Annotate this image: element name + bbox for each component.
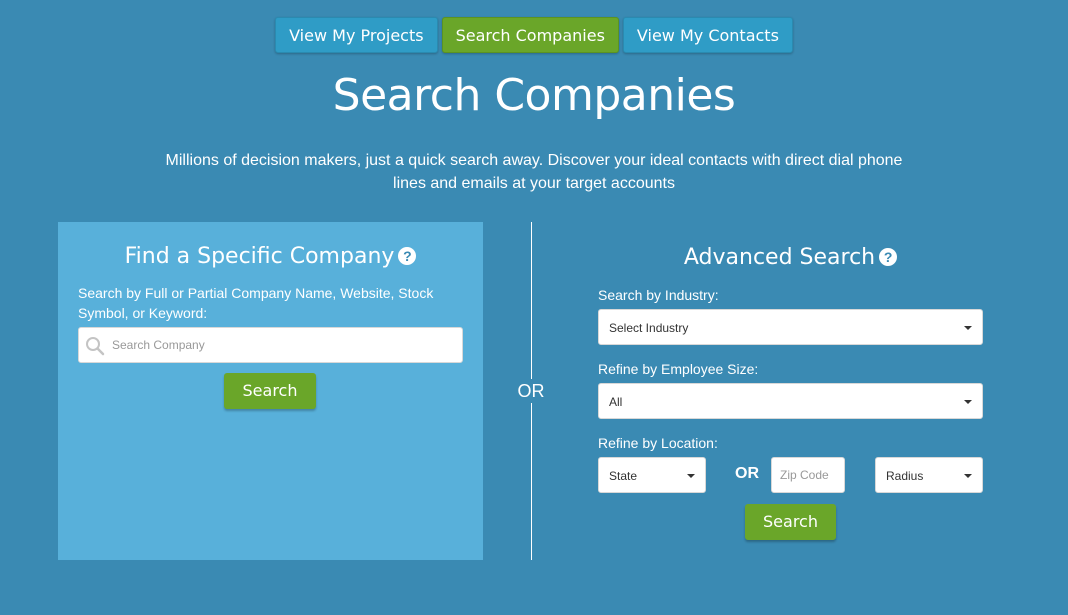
state-select[interactable]: State <box>598 457 706 493</box>
radius-select-value: Radius <box>886 469 924 483</box>
caret-down-icon <box>687 474 695 478</box>
zip-code-input[interactable] <box>780 458 840 492</box>
advanced-search-heading: Advanced Search? <box>598 245 983 270</box>
advanced-search-button[interactable]: Search <box>745 504 836 540</box>
industry-select-value: Select Industry <box>609 321 689 335</box>
specific-company-heading: Find a Specific Company? <box>58 244 483 269</box>
specific-company-title: Find a Specific Company <box>124 244 395 269</box>
page-title: Search Companies <box>332 70 736 121</box>
top-nav: View My Projects Search Companies View M… <box>0 17 1068 53</box>
industry-label: Search by Industry: <box>598 287 719 303</box>
view-my-projects-button[interactable]: View My Projects <box>275 17 438 53</box>
state-select-value: State <box>609 469 638 483</box>
view-my-contacts-button[interactable]: View My Contacts <box>622 17 793 53</box>
help-icon[interactable]: ? <box>398 247 417 265</box>
company-search-button[interactable]: Search <box>224 373 316 409</box>
help-icon[interactable]: ? <box>879 248 898 266</box>
specific-company-panel: Find a Specific Company? Search by Full … <box>58 222 483 560</box>
advanced-search-title: Advanced Search <box>683 245 876 270</box>
caret-down-icon <box>964 400 972 404</box>
employee-size-label: Refine by Employee Size: <box>598 361 759 377</box>
industry-select[interactable]: Select Industry <box>598 309 983 345</box>
employee-size-value: All <box>609 395 623 409</box>
radius-select[interactable]: Radius <box>875 457 983 493</box>
employee-size-select[interactable]: All <box>598 383 983 419</box>
caret-down-icon <box>964 326 972 330</box>
zip-code-field[interactable] <box>771 457 845 493</box>
caret-down-icon <box>964 474 972 478</box>
company-search-box[interactable] <box>78 327 463 363</box>
specific-company-label: Search by Full or Partial Company Name, … <box>78 285 434 321</box>
company-search-input[interactable] <box>112 328 452 362</box>
location-label: Refine by Location: <box>598 435 718 451</box>
search-companies-button[interactable]: Search Companies <box>441 17 619 53</box>
or-separator: OR <box>506 379 556 403</box>
location-or-label: OR <box>735 465 759 482</box>
page-subtitle: Millions of decision makers, just a quic… <box>165 152 903 192</box>
search-icon <box>86 337 105 356</box>
